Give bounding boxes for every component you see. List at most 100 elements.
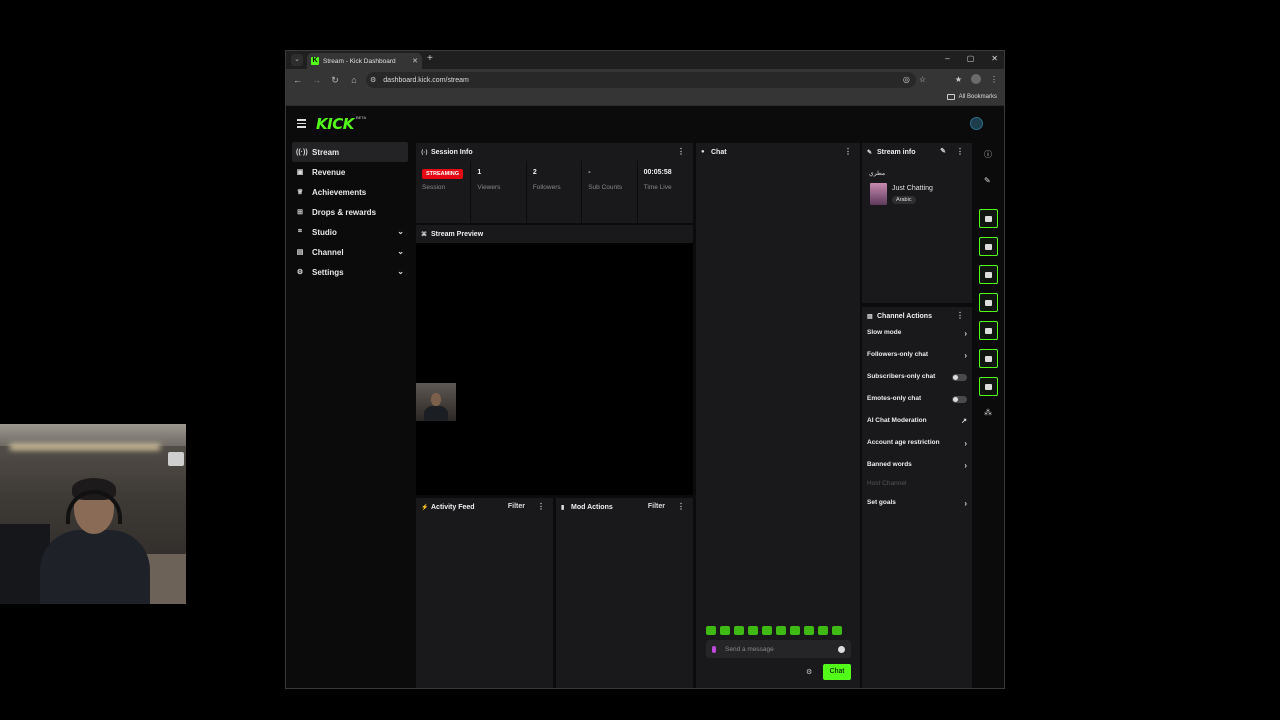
sidebar-item-label: Channel xyxy=(312,247,344,257)
emote-icon[interactable] xyxy=(790,626,800,635)
preview-icon: ⌘ xyxy=(421,231,427,238)
emote-icon[interactable] xyxy=(734,626,744,635)
kick-dashboard: KICK BETA ((·)) Stream ▣ Revenue ♕ Achie… xyxy=(286,106,1004,688)
stream-category[interactable]: Just Chatting xyxy=(892,185,933,192)
filter-button[interactable]: Filter xyxy=(508,503,525,510)
stream-widget-icon[interactable] xyxy=(979,321,998,340)
panel-title: Mod Actions xyxy=(571,503,613,511)
info-icon[interactable]: ⓘ xyxy=(984,149,992,160)
chevron-right-icon: › xyxy=(964,329,967,338)
eye-off-icon[interactable]: ◎ xyxy=(903,75,910,84)
stat-time-live: 00:05:58 Time Live xyxy=(638,161,693,223)
banned-words-action[interactable]: Banned words › xyxy=(867,461,967,475)
minimize-icon[interactable]: – xyxy=(945,54,949,63)
more-options-icon[interactable]: ⋮ xyxy=(956,311,964,320)
channel-actions-panel: ▤ Channel Actions ⋮ Slow mode › Follower… xyxy=(862,307,972,688)
profile-avatar[interactable] xyxy=(971,74,981,84)
extension-star-icon[interactable]: ★ xyxy=(955,75,962,84)
emote-icon[interactable] xyxy=(776,626,786,635)
chevron-down-icon: ⌄ xyxy=(397,227,404,236)
chat-widget-icon[interactable] xyxy=(979,293,998,312)
reload-icon[interactable]: ↻ xyxy=(331,75,339,86)
emoji-icon[interactable] xyxy=(838,645,845,653)
forward-icon[interactable]: → xyxy=(312,75,321,85)
emote-icon[interactable] xyxy=(748,626,758,635)
emote-icon[interactable] xyxy=(706,626,716,635)
gift-icon: ⊞ xyxy=(297,209,303,216)
sidebar-item-channel[interactable]: ▤ Channel ⌄ xyxy=(292,242,408,262)
action-label: Account age restriction xyxy=(867,439,940,446)
actions-icon: ▤ xyxy=(867,313,873,320)
emotes-only-toggle[interactable] xyxy=(952,396,967,403)
emote-icon[interactable] xyxy=(804,626,814,635)
stat-value: 2 xyxy=(532,169,537,176)
back-icon[interactable]: ← xyxy=(293,75,302,85)
account-age-restriction-action[interactable]: Account age restriction › xyxy=(867,439,967,453)
thumbnail-person-body xyxy=(424,406,448,421)
session-info-widget-icon[interactable] xyxy=(979,209,998,228)
webcam-air-conditioner xyxy=(168,452,184,466)
action-label: Followers-only chat xyxy=(867,351,929,358)
emote-icon[interactable] xyxy=(762,626,772,635)
sidebar-item-achievements[interactable]: ♕ Achievements xyxy=(292,182,408,202)
sidebar-item-stream[interactable]: ((·)) Stream xyxy=(292,142,408,162)
close-window-icon[interactable]: ✕ xyxy=(991,54,998,63)
slow-mode-action[interactable]: Slow mode › xyxy=(867,329,967,343)
beta-badge: BETA xyxy=(356,115,367,120)
omnibox-actions: ◎ ☆ xyxy=(903,75,926,84)
more-options-icon[interactable]: ⋮ xyxy=(537,502,545,511)
chat-message-input[interactable]: Send a message xyxy=(706,640,851,658)
chat-settings-icon[interactable]: ⚙ xyxy=(806,668,812,676)
microphone-icon[interactable] xyxy=(712,645,716,653)
panel-title: Session Info xyxy=(431,148,473,156)
edit-icon[interactable]: ✎ xyxy=(940,147,946,155)
more-options-icon[interactable]: ⋮ xyxy=(677,502,685,511)
user-avatar[interactable] xyxy=(970,117,983,130)
site-info-icon[interactable]: ⚙ xyxy=(370,76,376,84)
sidebar-item-settings[interactable]: ⚙ Settings ⌄ xyxy=(292,262,408,282)
stream-info-widget-icon[interactable] xyxy=(979,377,998,396)
tab-close-icon[interactable]: ✕ xyxy=(412,57,418,65)
more-options-icon[interactable]: ⋮ xyxy=(956,147,964,156)
emote-icon[interactable] xyxy=(832,626,842,635)
sidebar: ((·)) Stream ▣ Revenue ♕ Achievements ⊞ … xyxy=(286,142,414,282)
all-bookmarks[interactable]: All Bookmarks xyxy=(946,94,997,100)
ai-chat-moderation-action[interactable]: AI Chat Moderation ↗ xyxy=(867,417,967,431)
activity-widget-icon[interactable] xyxy=(979,237,998,256)
thumbnail-person-head xyxy=(431,393,441,406)
chat-placeholder: Send a message xyxy=(725,645,774,653)
browser-window: ⌄ K Stream - Kick Dashboard ✕ + – ▢ ✕ ← … xyxy=(285,50,1005,689)
sidebar-item-label: Revenue xyxy=(312,167,346,177)
tab-search-icon[interactable]: ⌄ xyxy=(291,54,303,66)
send-chat-button[interactable]: Chat xyxy=(823,664,851,680)
sidebar-item-drops[interactable]: ⊞ Drops & rewards xyxy=(292,202,408,222)
more-options-icon[interactable]: ⋮ xyxy=(677,147,685,156)
add-widget-icon[interactable]: ⁂ xyxy=(984,408,992,417)
sidebar-item-revenue[interactable]: ▣ Revenue xyxy=(292,162,408,182)
hamburger-menu-icon[interactable] xyxy=(297,119,306,130)
edit-pencil-icon[interactable]: ✎ xyxy=(984,176,991,185)
bookmark-star-icon[interactable]: ☆ xyxy=(919,75,926,84)
set-goals-action[interactable]: Set goals › xyxy=(867,499,967,513)
subscribers-only-toggle[interactable] xyxy=(952,374,967,381)
new-tab-icon[interactable]: + xyxy=(427,53,433,64)
omnibox[interactable]: ⚙ dashboard.kick.com/stream xyxy=(366,72,916,88)
browser-menu-icon[interactable]: ⋮ xyxy=(990,75,998,84)
maximize-icon[interactable]: ▢ xyxy=(967,54,975,63)
emote-icon[interactable] xyxy=(720,626,730,635)
stream-preview-video[interactable] xyxy=(416,243,693,495)
more-options-icon[interactable]: ⋮ xyxy=(844,147,852,156)
mod-actions-widget-icon[interactable] xyxy=(979,265,998,284)
browser-tab[interactable]: K Stream - Kick Dashboard ✕ xyxy=(307,53,422,69)
panel-title: Stream info xyxy=(877,148,916,156)
subscribers-only-chat-action: Subscribers-only chat xyxy=(867,373,967,387)
home-icon[interactable]: ⌂ xyxy=(350,75,358,85)
followers-only-chat-action[interactable]: Followers-only chat › xyxy=(867,351,967,365)
sidebar-item-studio[interactable]: ⌗ Studio ⌄ xyxy=(292,222,408,242)
filter-button[interactable]: Filter xyxy=(648,503,665,510)
channel-actions-widget-icon[interactable] xyxy=(979,349,998,368)
url-text[interactable]: dashboard.kick.com/stream xyxy=(383,77,469,84)
stream-title: مطري xyxy=(869,171,886,177)
emote-icon[interactable] xyxy=(818,626,828,635)
kick-logo[interactable]: KICK xyxy=(316,115,354,133)
